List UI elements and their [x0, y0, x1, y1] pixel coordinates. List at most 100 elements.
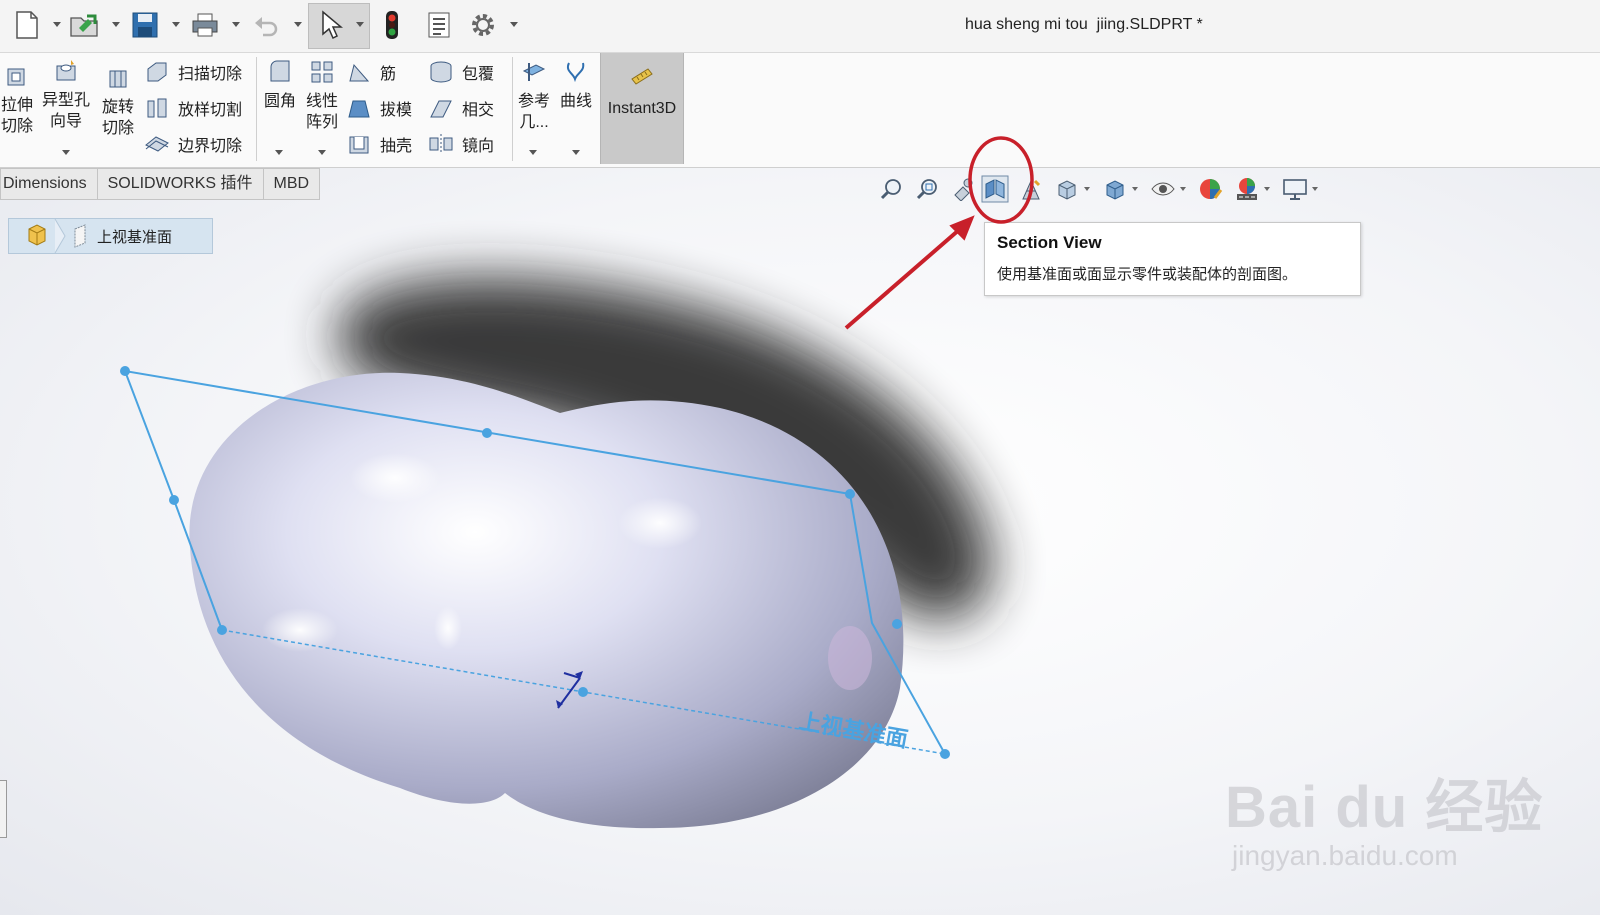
linear-pattern-button[interactable]: 线性 阵列: [302, 59, 342, 133]
undo-dropdown[interactable]: [294, 22, 302, 27]
lofted-cut-label: 放样切割: [178, 102, 243, 119]
boundary-cut-button[interactable]: 边界切除: [144, 131, 242, 157]
instant3d-label: Instant3D: [607, 100, 677, 117]
fillet-icon: [270, 60, 290, 82]
section-view-tooltip: Section View 使用基准面或面显示零件或装配体的剖面图。: [984, 222, 1361, 296]
draft-button[interactable]: 拔模: [346, 95, 412, 121]
intersect-icon: [430, 100, 452, 118]
extruded-cut-label-1: 拉伸: [0, 97, 33, 114]
wrap-button[interactable]: 包覆: [428, 59, 494, 85]
wrap-icon: [430, 61, 452, 83]
breadcrumb[interactable]: 上视基准面: [8, 218, 213, 254]
hole-wizard-label-2: 向导: [49, 113, 82, 130]
watermark-logo: Bai du 经验: [1225, 775, 1544, 840]
swept-cut-label: 扫描切除: [178, 66, 243, 83]
revolved-cut-icon: [109, 70, 127, 88]
linear-pattern-icon: [311, 61, 333, 83]
view-orientation-dropdown[interactable]: [1084, 187, 1090, 191]
swept-cut-button[interactable]: 扫描切除: [144, 59, 242, 85]
apply-scene-icon[interactable]: [1232, 174, 1262, 204]
zoom-to-fit-icon[interactable]: [876, 174, 906, 204]
view-orientation-icon[interactable]: [1052, 174, 1082, 204]
view-settings-icon[interactable]: [1280, 174, 1310, 204]
reference-geometry-label-2: 几...: [519, 114, 549, 131]
revolved-cut-button[interactable]: 旋转 切除: [96, 65, 140, 139]
shell-button[interactable]: 抽壳: [346, 131, 412, 157]
zoom-to-area-icon[interactable]: [912, 174, 942, 204]
extruded-cut-label-2: 切除: [0, 118, 33, 135]
curves-dropdown[interactable]: [572, 150, 580, 155]
model-body[interactable]: [189, 372, 904, 829]
hole-wizard-dropdown[interactable]: [62, 150, 70, 155]
reference-geometry-icon: [522, 63, 546, 81]
intersect-label: 相交: [462, 102, 495, 119]
select-cursor-icon[interactable]: [313, 8, 347, 42]
callout-arrow: [844, 215, 975, 330]
ribbon-separator: [256, 57, 257, 161]
model-highlight: [434, 606, 462, 650]
print-icon[interactable]: [188, 8, 222, 42]
reference-geometry-button[interactable]: 参考 几...: [514, 59, 554, 133]
undo-icon[interactable]: [250, 8, 284, 42]
reference-geometry-label-1: 参考: [517, 93, 550, 110]
linear-pattern-label-2: 阵列: [305, 114, 338, 131]
model-highlight: [262, 608, 338, 652]
hole-wizard-label-1: 异型孔: [41, 92, 90, 109]
tab-mbd[interactable]: MBD: [263, 168, 321, 200]
rib-label: 筋: [380, 66, 397, 83]
file-properties-icon[interactable]: [422, 8, 456, 42]
hide-show-items-dropdown[interactable]: [1180, 187, 1186, 191]
display-style-dropdown[interactable]: [1132, 187, 1138, 191]
linear-pattern-dropdown[interactable]: [318, 150, 326, 155]
fillet-dropdown[interactable]: [275, 150, 283, 155]
select-dropdown[interactable]: [356, 22, 364, 27]
save-icon[interactable]: [128, 8, 162, 42]
wrap-label: 包覆: [462, 66, 495, 83]
fillet-button[interactable]: 圆角: [260, 59, 300, 112]
view-settings-dropdown[interactable]: [1312, 187, 1318, 191]
open-file-icon[interactable]: [68, 8, 102, 42]
shell-label: 抽壳: [380, 138, 413, 155]
open-file-dropdown[interactable]: [112, 22, 120, 27]
hole-wizard-button[interactable]: 异型孔 向导: [38, 58, 94, 132]
curves-label: 曲线: [559, 93, 592, 110]
display-style-icon[interactable]: [1100, 174, 1130, 204]
heads-up-view-toolbar: [876, 172, 1322, 206]
hide-show-items-icon[interactable]: [1148, 174, 1178, 204]
shell-icon: [349, 136, 369, 154]
highlight-circle: [968, 136, 1034, 224]
lofted-cut-button[interactable]: 放样切割: [144, 95, 242, 121]
intersect-button[interactable]: 相交: [428, 95, 494, 121]
curves-button[interactable]: 曲线: [556, 59, 596, 112]
model-highlight: [618, 497, 702, 549]
rib-icon: [349, 63, 370, 82]
panel-collapse-handle[interactable]: [0, 780, 7, 838]
boundary-cut-label: 边界切除: [178, 138, 243, 155]
mirror-button[interactable]: 镜向: [428, 131, 494, 157]
reference-geometry-dropdown[interactable]: [529, 150, 537, 155]
fillet-label: 圆角: [263, 93, 296, 110]
rebuild-traffic-light-icon[interactable]: [375, 8, 409, 42]
revolved-cut-label-2: 切除: [101, 120, 134, 137]
ribbon-separator: [512, 57, 513, 161]
watermark-url: jingyan.baidu.com: [1232, 840, 1458, 871]
command-manager-tabs: Dimensions SOLIDWORKS 插件 MBD: [0, 168, 321, 200]
draft-icon: [348, 100, 370, 118]
rib-button[interactable]: 筋: [346, 59, 396, 85]
print-dropdown[interactable]: [232, 22, 240, 27]
tab-dimensions[interactable]: Dimensions: [0, 168, 98, 200]
tab-solidworks-addins[interactable]: SOLIDWORKS 插件: [97, 168, 264, 200]
new-file-dropdown[interactable]: [53, 22, 61, 27]
swept-cut-icon: [147, 62, 167, 82]
save-dropdown[interactable]: [172, 22, 180, 27]
options-gear-icon[interactable]: [466, 8, 500, 42]
edit-appearance-icon[interactable]: [1196, 174, 1226, 204]
apply-scene-dropdown[interactable]: [1264, 187, 1270, 191]
boundary-cut-icon: [145, 136, 169, 152]
instant3d-button[interactable]: Instant3D: [600, 53, 684, 164]
extruded-cut-button[interactable]: 拉伸 切除: [0, 63, 34, 137]
options-dropdown[interactable]: [510, 22, 518, 27]
part-icon: [28, 219, 66, 253]
linear-pattern-label-1: 线性: [305, 93, 338, 110]
new-file-icon[interactable]: [10, 8, 44, 42]
